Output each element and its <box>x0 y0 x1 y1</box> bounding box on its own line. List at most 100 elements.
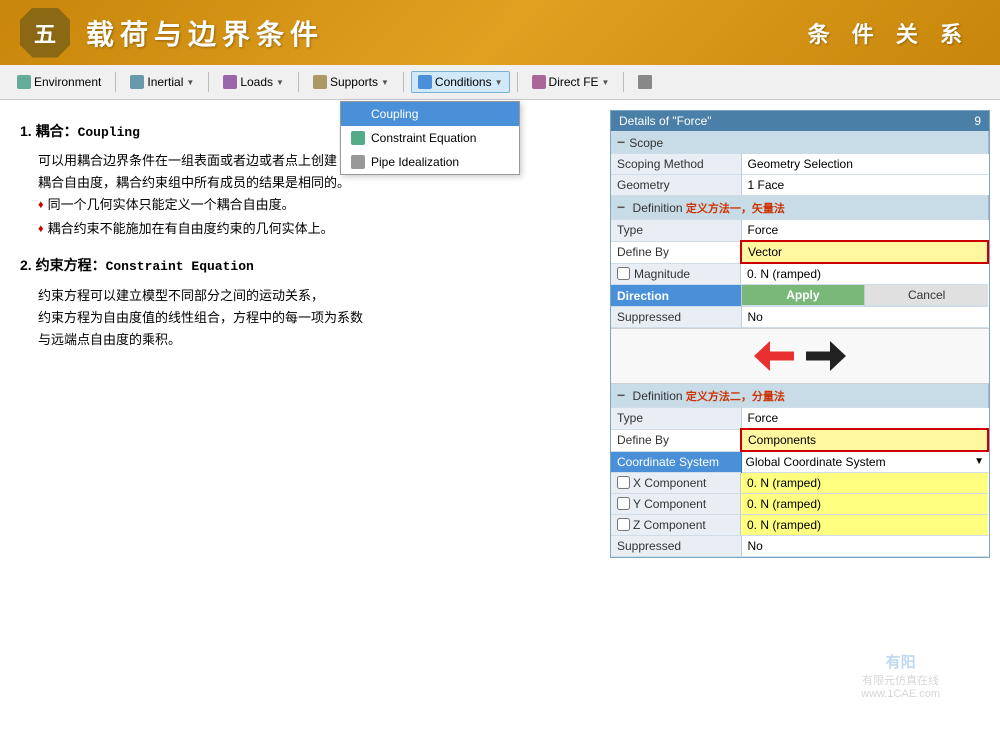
dropdown-item-pipe[interactable]: Pipe Idealization <box>341 150 519 174</box>
header-subtitle: 条 件 关 系 <box>808 17 970 49</box>
def1-defineby-row: Define By Vector <box>611 241 988 263</box>
def1-magnitude-row: Magnitude 0. N (ramped) <box>611 263 988 285</box>
geometry-label: Geometry <box>611 175 741 196</box>
separator-6 <box>623 72 624 92</box>
toolbar-loads[interactable]: Loads ▼ <box>216 71 291 93</box>
left-panel: 1. 耦合：Coupling 可以用耦合边界条件在一组表面或者边或者点上创建耦合… <box>0 100 600 729</box>
details-id: 9 <box>974 114 981 128</box>
apply-button[interactable]: Apply <box>742 285 865 306</box>
scope-section-row: −Scope <box>611 131 988 154</box>
def1-defineby-value[interactable]: Vector <box>741 241 988 263</box>
loads-icon <box>223 75 237 89</box>
coupling-label: Coupling <box>371 107 418 121</box>
watermark-url: www.1CAE.com <box>861 688 940 700</box>
def2-collapse-icon[interactable]: − <box>617 387 625 403</box>
toolbar-conditions[interactable]: Conditions ▼ <box>411 71 510 93</box>
separator-2 <box>208 72 209 92</box>
loads-label: Loads <box>240 75 273 89</box>
inertial-arrow: ▼ <box>186 78 194 87</box>
magnitude-label-text: Magnitude <box>634 267 690 281</box>
x-label-text: X Component <box>633 476 706 490</box>
details-table-2: − Definition 定义方法二，分量法 Type Force Define… <box>611 384 989 557</box>
x-checkbox[interactable] <box>617 476 630 489</box>
bullet1-text: 同一个几何实体只能定义一个耦合自由度。 <box>48 194 295 216</box>
scope-section-label: −Scope <box>611 131 988 154</box>
conditions-icon <box>418 75 432 89</box>
def1-magnitude-value: 0. N (ramped) <box>741 263 988 285</box>
x-component-label: X Component <box>611 473 741 493</box>
section1-heading: 耦合：Coupling <box>36 123 140 139</box>
toolbar-environment[interactable]: Environment <box>10 71 108 93</box>
def1-type-value: Force <box>741 220 988 242</box>
bullet2-icon: ♦ <box>38 220 44 239</box>
arrow-right-icon <box>806 341 846 371</box>
def2-suppressed-value: No <box>741 535 988 556</box>
z-checkbox[interactable] <box>617 518 630 531</box>
table-icon <box>638 75 652 89</box>
coord-system-label: Coordinate System <box>611 451 741 472</box>
z-component-row: Z Component 0. N (ramped) <box>611 514 988 535</box>
z-component-label: Z Component <box>611 515 741 535</box>
separator-5 <box>517 72 518 92</box>
toolbar-supports[interactable]: Supports ▼ <box>306 71 396 93</box>
header: 五 载荷与边界条件 条 件 关 系 <box>0 0 1000 65</box>
inertial-label: Inertial <box>147 75 183 89</box>
section1-num: 1. <box>20 123 36 139</box>
pipe-label: Pipe Idealization <box>371 155 459 169</box>
details-title: Details of "Force" <box>619 114 712 128</box>
section2-title: 2. 约束方程：Constraint Equation <box>20 254 580 278</box>
header-title: 载荷与边界条件 <box>86 13 324 53</box>
section2-body: 约束方程可以建立模型不同部分之间的运动关系，约束方程为自由度值的线性组合，方程中… <box>20 285 580 351</box>
def1-subtitle: 定义方法一，矢量法 <box>686 203 785 215</box>
coord-system-dropdown-arrow[interactable]: ▼ <box>974 456 984 467</box>
def1-suppressed-label: Suppressed <box>611 307 741 328</box>
y-component-value: 0. N (ramped) <box>741 493 988 514</box>
y-checkbox[interactable] <box>617 497 630 510</box>
coord-system-select[interactable]: Global Coordinate System ▼ <box>746 455 985 469</box>
dropdown-item-constrainteq[interactable]: Constraint Equation <box>341 126 519 150</box>
toolbar-table[interactable] <box>631 71 659 93</box>
z-label-text: Z Component <box>633 518 706 532</box>
coord-system-row: Coordinate System Global Coordinate Syst… <box>611 451 988 472</box>
arrow-left-icon <box>754 341 794 371</box>
toolbar-inertial[interactable]: Inertial ▼ <box>123 71 201 93</box>
def2-section-row: − Definition 定义方法二，分量法 <box>611 384 988 408</box>
def2-type-row: Type Force <box>611 408 988 430</box>
section2-num: 2. <box>20 257 36 273</box>
constrainteq-icon <box>351 131 365 145</box>
details-table: −Scope Scoping Method Geometry Selection… <box>611 131 989 328</box>
watermark: 有阳 有限元仿真在线 www.1CAE.com <box>861 651 940 700</box>
header-num: 五 <box>20 8 70 58</box>
magnitude-checkbox[interactable] <box>617 267 630 280</box>
loads-arrow: ▼ <box>276 78 284 87</box>
toolbar: Environment Inertial ▼ Loads ▼ Supports … <box>0 65 1000 100</box>
def1-magnitude-label: Magnitude <box>611 264 741 284</box>
coord-system-text: Global Coordinate System <box>746 455 886 469</box>
def2-defineby-value[interactable]: Components <box>741 429 988 451</box>
separator-1 <box>115 72 116 92</box>
scoping-method-value: Geometry Selection <box>741 154 988 175</box>
toolbar-directfe[interactable]: Direct FE ▼ <box>525 71 617 93</box>
def1-collapse-icon[interactable]: − <box>617 199 625 215</box>
y-component-label: Y Component <box>611 494 741 514</box>
bullet2: ♦ 耦合约束不能施加在有自由度约束的几何实体上。 <box>38 218 580 240</box>
def1-section-row: − Definition 定义方法一，矢量法 <box>611 196 988 220</box>
arrow-area <box>611 328 989 384</box>
def1-defineby-label: Define By <box>611 241 741 263</box>
def2-defineby-row: Define By Components <box>611 429 988 451</box>
scope-collapse-icon[interactable]: − <box>617 134 625 150</box>
def1-section-label: − Definition 定义方法一，矢量法 <box>611 196 988 220</box>
def2-type-value: Force <box>741 408 988 430</box>
conditions-label: Conditions <box>435 75 492 89</box>
right-panel: Details of "Force" 9 −Scope Scoping Meth… <box>600 100 1000 729</box>
direction-label: Direction <box>611 285 741 307</box>
environment-label: Environment <box>34 75 101 89</box>
y-label-text: Y Component <box>633 497 706 511</box>
scoping-method-label: Scoping Method <box>611 154 741 175</box>
dropdown-item-coupling[interactable]: Coupling <box>341 102 519 126</box>
direction-row: Direction Apply Cancel <box>611 285 988 307</box>
directfe-arrow: ▼ <box>602 78 610 87</box>
conditions-dropdown: Coupling Constraint Equation Pipe Ideali… <box>340 101 520 175</box>
cancel-button[interactable]: Cancel <box>865 285 988 306</box>
direction-cell: Apply Cancel <box>741 285 988 307</box>
